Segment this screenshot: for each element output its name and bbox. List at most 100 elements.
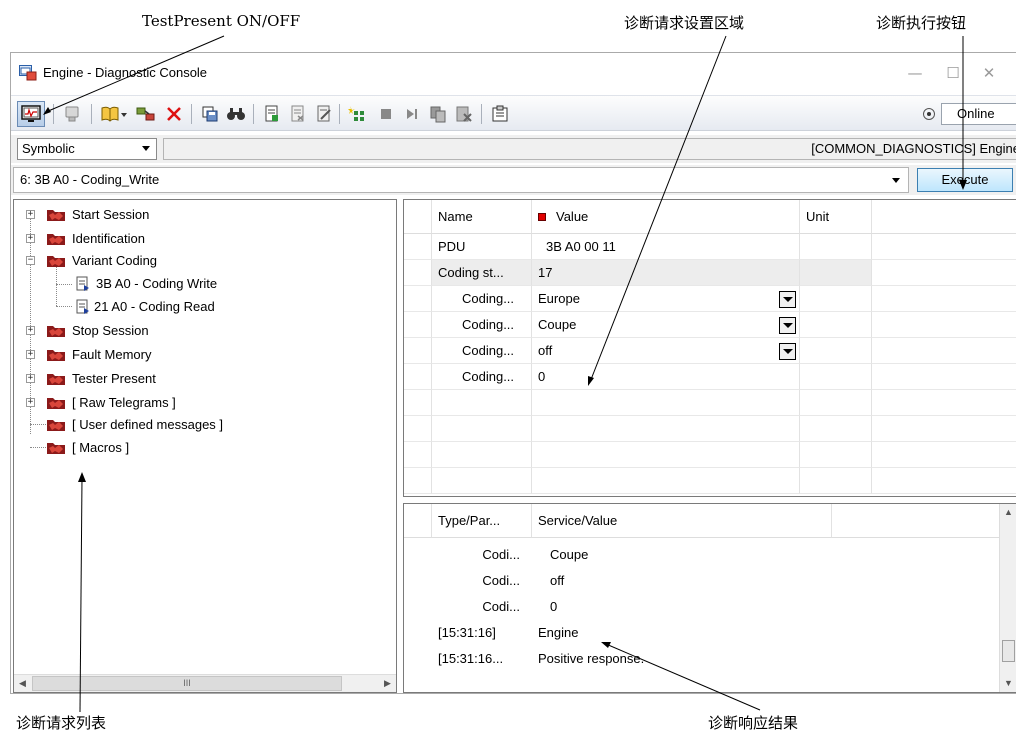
red-square-icon xyxy=(538,213,546,221)
doc-edit-icon xyxy=(317,105,331,122)
request-select-value: 6: 3B A0 - Coding_Write xyxy=(20,172,160,187)
ecu-path-field: [COMMON_DIAGNOSTICS] Engine xyxy=(163,138,1016,160)
chevron-down-icon[interactable] xyxy=(779,343,796,360)
column-header-unit[interactable]: Unit xyxy=(800,200,872,234)
tree-node-start-session[interactable]: + Start Session xyxy=(14,204,394,226)
scroll-up-icon[interactable]: ▲ xyxy=(1000,504,1016,521)
scrollbar-thumb[interactable] xyxy=(1002,640,1015,662)
tree-node-label: 21 A0 - Coding Read xyxy=(94,299,215,314)
mode-select-value: Symbolic xyxy=(22,141,75,156)
copy-button[interactable] xyxy=(427,103,449,125)
execute-button[interactable]: Execute xyxy=(917,168,1013,192)
window-title: Engine - Diagnostic Console xyxy=(43,65,208,80)
param-value[interactable]: 0 xyxy=(532,364,800,390)
tree-node-identification[interactable]: + Identification xyxy=(14,228,394,250)
find-button[interactable] xyxy=(225,103,247,125)
column-header-value-label: Value xyxy=(556,209,589,224)
close-button[interactable]: ✕ xyxy=(975,63,1003,83)
param-name: Coding st... xyxy=(432,260,532,286)
request-doc-icon xyxy=(76,299,89,314)
empty-cell xyxy=(872,416,1016,442)
stop-button[interactable] xyxy=(375,103,397,125)
database-button[interactable] xyxy=(99,103,129,125)
testpresent-toggle-button[interactable] xyxy=(17,101,45,127)
annotation-settings-area: 诊断请求设置区域 xyxy=(624,14,745,32)
annotation-response-result: 诊断响应结果 xyxy=(708,714,799,732)
empty-cell xyxy=(872,468,1016,494)
tree-node-label: 3B A0 - Coding Write xyxy=(96,276,218,291)
tree-node-coding-read[interactable]: 21 A0 - Coding Read xyxy=(14,296,394,318)
expand-icon[interactable]: + xyxy=(26,210,35,219)
expand-icon[interactable]: + xyxy=(26,374,35,383)
row-indicator xyxy=(404,416,432,442)
step-button[interactable] xyxy=(401,103,423,125)
expand-icon[interactable]: + xyxy=(26,234,35,243)
trace-button[interactable] xyxy=(61,103,83,125)
empty-cell xyxy=(532,390,800,416)
request-select[interactable]: 6: 3B A0 - Coding_Write xyxy=(13,167,909,193)
param-value[interactable]: off xyxy=(532,338,800,364)
column-header-type[interactable]: Type/Par... xyxy=(432,504,532,538)
column-header-value[interactable]: Value xyxy=(532,200,800,234)
doc-add-icon xyxy=(265,105,278,122)
cancel-button[interactable] xyxy=(453,103,475,125)
toolbar-separator xyxy=(339,104,340,124)
tree-node-raw-telegrams[interactable]: + [ Raw Telegrams ] xyxy=(14,392,394,414)
connect-icon xyxy=(136,107,155,121)
result-value: Positive response. xyxy=(538,651,645,666)
save-button[interactable] xyxy=(199,103,221,125)
annotation-request-list: 诊断请求列表 xyxy=(16,714,107,732)
result-value: Engine xyxy=(538,625,579,640)
tree-node-variant-coding[interactable]: − Variant Coding xyxy=(14,250,394,272)
expand-icon[interactable]: + xyxy=(26,350,35,359)
row-indicator xyxy=(404,286,432,312)
param-value[interactable]: Coupe xyxy=(532,312,800,338)
expand-icon[interactable]: + xyxy=(26,398,35,407)
remove-request-button[interactable] xyxy=(287,103,309,125)
mode-select[interactable]: Symbolic xyxy=(17,138,157,160)
online-status-field[interactable]: Online xyxy=(941,103,1016,125)
row-indicator xyxy=(404,312,432,338)
maximize-button[interactable]: ☐ xyxy=(939,63,967,83)
minimize-button[interactable]: — xyxy=(901,63,929,83)
tree-node-fault-memory[interactable]: + Fault Memory xyxy=(14,344,394,366)
toolbar-separator xyxy=(481,104,482,124)
trace-icon xyxy=(65,106,79,122)
row-indicator xyxy=(404,364,432,390)
scroll-down-icon[interactable]: ▼ xyxy=(1000,675,1016,692)
scroll-right-icon[interactable]: ▶ xyxy=(379,675,396,692)
row-filler xyxy=(872,364,1016,390)
column-header-name[interactable]: Name xyxy=(432,200,532,234)
diagnostic-response-panel: Type/Par... Service/Value Codi... Coupe … xyxy=(403,503,1016,693)
tree-node-coding-write[interactable]: 3B A0 - Coding Write xyxy=(14,273,394,295)
scroll-left-icon[interactable]: ◀ xyxy=(14,675,31,692)
empty-cell xyxy=(800,442,872,468)
tree-horizontal-scrollbar[interactable]: ◀ III ▶ xyxy=(14,674,396,692)
scrollbar-thumb[interactable]: III xyxy=(32,676,342,691)
column-header-service-value[interactable]: Service/Value xyxy=(532,504,832,538)
request-doc-icon xyxy=(76,276,89,291)
collapse-icon[interactable]: − xyxy=(26,256,35,265)
tree-node-stop-session[interactable]: + Stop Session xyxy=(14,320,394,342)
tree-node-macros[interactable]: [ Macros ] xyxy=(14,437,394,459)
edit-request-button[interactable] xyxy=(313,103,335,125)
clipboard-button[interactable] xyxy=(489,103,511,125)
param-unit xyxy=(800,312,872,338)
result-timestamp: [15:31:16] xyxy=(438,625,496,640)
row-filler xyxy=(872,234,1016,260)
param-value[interactable]: Europe xyxy=(532,286,800,312)
param-value[interactable]: 17 xyxy=(532,260,800,286)
chevron-down-icon[interactable] xyxy=(779,317,796,334)
expand-icon[interactable]: + xyxy=(26,326,35,335)
param-value[interactable]: 3B A0 00 11 xyxy=(532,234,800,260)
response-vertical-scrollbar[interactable]: ▲ ▼ xyxy=(999,504,1016,692)
add-request-button[interactable] xyxy=(261,103,283,125)
empty-cell xyxy=(800,390,872,416)
delete-button[interactable] xyxy=(163,103,185,125)
chevron-down-icon[interactable] xyxy=(779,291,796,308)
tree-node-user-defined-messages[interactable]: [ User defined messages ] xyxy=(14,414,394,436)
online-status-icon xyxy=(923,108,935,120)
connect-button[interactable] xyxy=(135,103,157,125)
tree-node-tester-present[interactable]: + Tester Present xyxy=(14,368,394,390)
macro-run-button[interactable] xyxy=(347,103,369,125)
